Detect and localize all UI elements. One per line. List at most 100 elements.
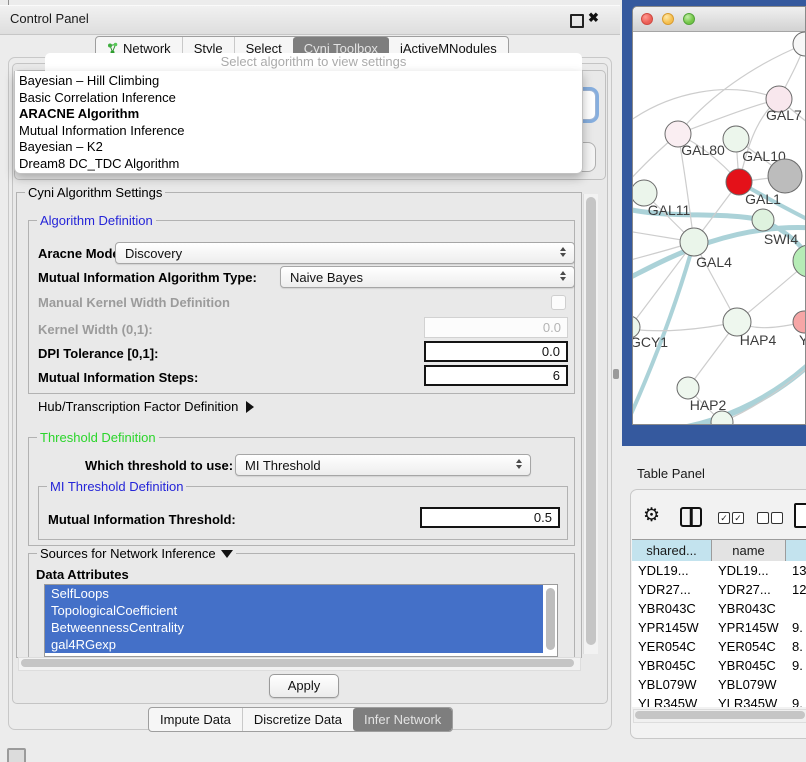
table-cell: 13: [786, 561, 806, 580]
network-window-titlebar[interactable]: [633, 7, 805, 32]
table-horizontal-scrollbar[interactable]: [633, 709, 806, 723]
data-attributes-list[interactable]: SelfLoopsTopologicalCoefficientBetweenne…: [44, 584, 558, 657]
stepper-arrows-icon: [516, 459, 522, 469]
column-header-shared[interactable]: shared...: [632, 540, 712, 562]
algorithm-popup-list: Bayesian – Hill ClimbingBasic Correlatio…: [14, 71, 583, 174]
which-threshold-value: MI Threshold: [245, 458, 321, 473]
table-row[interactable]: YPR145WYPR145W9.: [632, 618, 806, 637]
table-panel: ⚙ ✓ ✓ shared...name YDL19...YDL19...13YD…: [630, 489, 806, 739]
manual-kernel-width-label: Manual Kernel Width Definition: [38, 295, 230, 310]
mi-threshold-definition-title: MI Threshold Definition: [47, 479, 186, 494]
scrollbar-thumb[interactable]: [546, 588, 555, 650]
network-canvas[interactable]: GAL7GAL80GAL10GAL1GAL11SWI4GAL4GCY1HAP4Y…: [633, 31, 806, 425]
column-header-col2[interactable]: [786, 540, 806, 562]
attribute-option-gal4rgexp[interactable]: gal4RGexp: [45, 636, 543, 653]
table-row[interactable]: YLR345WYLR345W9.: [632, 694, 806, 707]
manual-kernel-width-checkbox[interactable]: [551, 295, 566, 310]
table-row[interactable]: YBR043CYBR043C: [632, 599, 806, 618]
hub-definition-label: Hub/Transcription Factor Definition: [38, 399, 238, 414]
dpi-tolerance-field[interactable]: 0.0: [424, 341, 568, 362]
node-swi4[interactable]: [752, 209, 774, 231]
attribute-option-topologicalcoefficient[interactable]: TopologicalCoefficient: [45, 602, 543, 619]
table-row[interactable]: YBR045CYBR045C9.: [632, 656, 806, 675]
apply-button[interactable]: Apply: [269, 674, 339, 698]
column-header-name[interactable]: name: [712, 540, 786, 562]
tab-discretize-data[interactable]: Discretize Data: [242, 708, 353, 731]
node-green-right[interactable]: [793, 245, 806, 277]
algorithm-option-aracne-algorithm[interactable]: ARACNE Algorithm: [15, 106, 582, 123]
document-icon[interactable]: [794, 503, 806, 528]
tab-impute-data[interactable]: Impute Data: [149, 708, 242, 731]
settings-gear-icon[interactable]: ⚙: [643, 504, 660, 527]
mi-steps-label: Mutual Information Steps:: [38, 370, 198, 385]
algorithm-option-bayesian-k2[interactable]: Bayesian – K2: [15, 139, 582, 156]
settings-vertical-scrollbar[interactable]: [583, 194, 598, 654]
settings-horizontal-scrollbar[interactable]: [18, 657, 581, 671]
table-cell: 9.: [786, 656, 806, 675]
node-hap2[interactable]: [677, 377, 699, 399]
node-top[interactable]: [793, 32, 806, 56]
split-view-icon[interactable]: [680, 507, 702, 527]
which-threshold-combo[interactable]: MI Threshold: [235, 454, 531, 476]
aracne-mode-combo[interactable]: Discovery: [115, 242, 575, 264]
table-header-row: shared...name: [632, 539, 806, 563]
unchecked-box-icon[interactable]: [757, 512, 769, 524]
tab-infer-network[interactable]: Infer Network: [353, 708, 452, 731]
node-label-salmon: Y: [799, 332, 806, 348]
table-row[interactable]: YDR27...YDR27...12: [632, 580, 806, 599]
checked-box-icon[interactable]: ✓: [718, 512, 730, 524]
table-cell: YBR045C: [712, 656, 786, 675]
algorithm-option-mutual-information-inference[interactable]: Mutual Information Inference: [15, 123, 582, 140]
mi-algorithm-type-value: Naive Bayes: [290, 270, 363, 285]
table-row[interactable]: YER054CYER054C8.: [632, 637, 806, 656]
table-cell: 8.: [786, 637, 806, 656]
control-panel-header: Control Panel ✖: [0, 5, 620, 35]
sources-title-label: Sources for Network Inference: [40, 546, 216, 561]
node-salmon[interactable]: [793, 311, 806, 333]
algorithm-option-dream8-dc-tdc-algorithm[interactable]: Dream8 DC_TDC Algorithm: [15, 156, 582, 173]
node-gal4[interactable]: [680, 228, 708, 256]
table-cell: 12: [786, 580, 806, 599]
mi-threshold-field[interactable]: 0.5: [420, 507, 560, 528]
scrollbar-thumb[interactable]: [586, 197, 596, 645]
table-row[interactable]: YDL19...YDL19...13: [632, 561, 806, 580]
node-label-swi4: SWI4: [764, 231, 798, 247]
mi-steps-field[interactable]: 6: [424, 365, 568, 386]
table-cell: YER054C: [712, 637, 786, 656]
unchecked-box-icon[interactable]: [771, 512, 783, 524]
algorithm-combo-placeholder[interactable]: Select algorithm to view settings: [45, 53, 582, 71]
mi-algorithm-type-combo[interactable]: Naive Bayes: [280, 266, 575, 288]
table-cell: YBL079W: [712, 675, 786, 694]
float-panel-icon[interactable]: [570, 14, 584, 28]
kernel-width-field[interactable]: 0.0: [424, 317, 568, 338]
attributes-scrollbar[interactable]: [546, 587, 556, 653]
pane-splitter-handle[interactable]: [613, 369, 619, 379]
scrollbar-thumb[interactable]: [21, 659, 574, 667]
attribute-option-selfloops[interactable]: SelfLoops: [45, 585, 543, 602]
hub-definition-expander[interactable]: Hub/Transcription Factor Definition: [38, 399, 254, 414]
zoom-button[interactable]: [683, 13, 695, 25]
algorithm-option-bayesian-hill-climbing[interactable]: Bayesian – Hill Climbing: [15, 73, 582, 90]
sources-title[interactable]: Sources for Network Inference: [37, 546, 236, 561]
scrollbar-thumb[interactable]: [635, 711, 805, 719]
table-cell: YDL19...: [632, 561, 712, 580]
table-cell: YDL19...: [712, 561, 786, 580]
table-cell: YDR27...: [632, 580, 712, 599]
node-label-gal80: GAL80: [681, 142, 725, 158]
close-panel-icon[interactable]: ✖: [588, 10, 599, 26]
algorithm-option-basic-correlation-inference[interactable]: Basic Correlation Inference: [15, 90, 582, 107]
checked-box-icon[interactable]: ✓: [732, 512, 744, 524]
node-gray-node[interactable]: [768, 159, 802, 193]
attribute-option-betweennesscentrality[interactable]: BetweennessCentrality: [45, 619, 543, 636]
tab-label: Infer Network: [364, 712, 441, 727]
mi-algorithm-type-label: Mutual Information Algorithm Type:: [38, 270, 257, 285]
node-label-hap4: HAP4: [740, 332, 777, 348]
dock-panel-icon[interactable]: [7, 748, 26, 762]
table-row[interactable]: YBL079WYBL079W: [632, 675, 806, 694]
node-label-gal4: GAL4: [696, 254, 732, 270]
minimize-button[interactable]: [662, 13, 674, 25]
table-panel-title: Table Panel: [637, 466, 705, 481]
expand-arrow-icon: [246, 401, 254, 413]
close-button[interactable]: [641, 13, 653, 25]
table-cell: 9.: [786, 694, 806, 707]
